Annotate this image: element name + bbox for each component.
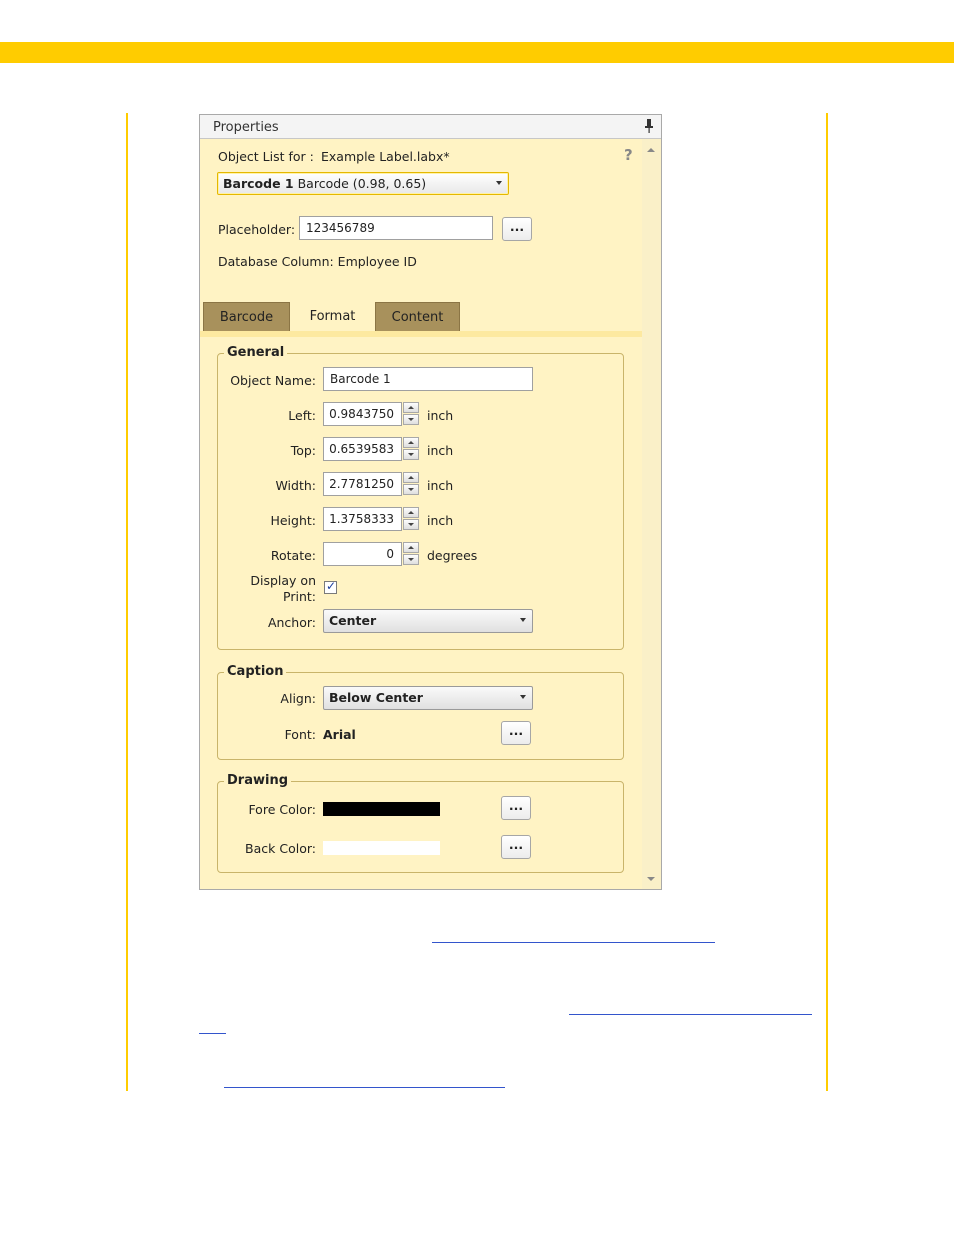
help-icon[interactable]: ? bbox=[624, 146, 633, 164]
placeholder-value: 123456789 bbox=[306, 221, 375, 235]
general-legend: General bbox=[224, 345, 288, 360]
fore-color-label: Fore Color: bbox=[248, 802, 316, 817]
rotate-unit: degrees bbox=[427, 548, 478, 563]
object-select-detail: Barcode (0.98, 0.65) bbox=[297, 176, 427, 191]
left-stepper[interactable] bbox=[403, 402, 419, 426]
rotate-input[interactable]: 0 bbox=[323, 542, 402, 566]
scroll-down-arrow-icon[interactable] bbox=[647, 877, 655, 881]
left-margin-rule bbox=[126, 113, 128, 1091]
font-browse-button[interactable]: ... bbox=[501, 721, 531, 745]
rotate-stepper[interactable] bbox=[403, 542, 419, 566]
link-underline-2[interactable] bbox=[569, 1014, 812, 1015]
font-value: Arial bbox=[323, 727, 356, 742]
placeholder-browse-button[interactable]: ... bbox=[502, 217, 532, 241]
display-on-print-label-1: Display on bbox=[250, 573, 316, 588]
top-unit: inch bbox=[427, 443, 454, 458]
caption-group: Caption Align: Below Center Font: Arial … bbox=[217, 664, 624, 760]
right-margin-rule bbox=[826, 113, 828, 1091]
fore-color-button[interactable]: ... bbox=[501, 796, 531, 820]
tab-barcode[interactable]: Barcode bbox=[203, 302, 290, 332]
width-value: 2.7781250 bbox=[329, 477, 394, 491]
link-underline-1[interactable] bbox=[432, 942, 715, 943]
drawing-legend: Drawing bbox=[224, 773, 292, 788]
height-value: 1.3758333 bbox=[329, 512, 394, 526]
back-color-button[interactable]: ... bbox=[501, 835, 531, 859]
caption-legend: Caption bbox=[224, 664, 287, 679]
drawing-group: Drawing Fore Color: ... Back Color: ... bbox=[217, 773, 624, 873]
object-list-label: Object List for : bbox=[218, 149, 314, 164]
left-input[interactable]: 0.9843750 bbox=[323, 402, 402, 426]
panel-title: Properties bbox=[213, 120, 279, 135]
object-select-name: Barcode 1 bbox=[223, 176, 294, 191]
left-value: 0.9843750 bbox=[329, 407, 394, 421]
placeholder-label: Placeholder: bbox=[218, 222, 296, 237]
properties-panel: Properties Object List for : Example Lab… bbox=[199, 114, 662, 890]
width-input[interactable]: 2.7781250 bbox=[323, 472, 402, 496]
rotate-label: Rotate: bbox=[270, 548, 316, 563]
panel-scrollbar[interactable] bbox=[642, 139, 661, 889]
top-input[interactable]: 0.6539583 bbox=[323, 437, 402, 461]
display-on-print-checkbox[interactable]: ✓ bbox=[324, 579, 337, 594]
general-group: General Object Name: Barcode 1 Left: 0.9… bbox=[217, 345, 624, 650]
brand-top-bar bbox=[0, 42, 954, 63]
rotate-value: 0 bbox=[386, 547, 394, 561]
align-select[interactable]: Below Center bbox=[323, 686, 533, 710]
scroll-up-arrow-icon[interactable] bbox=[647, 148, 655, 152]
height-stepper[interactable] bbox=[403, 507, 419, 531]
chevron-down-icon bbox=[496, 181, 502, 185]
back-color-label: Back Color: bbox=[245, 841, 316, 856]
anchor-value: Center bbox=[329, 613, 377, 628]
width-stepper[interactable] bbox=[403, 472, 419, 496]
display-on-print-label-2: Print: bbox=[283, 589, 316, 604]
object-name-input[interactable]: Barcode 1 bbox=[323, 367, 533, 391]
width-unit: inch bbox=[427, 478, 454, 493]
top-value: 0.6539583 bbox=[329, 442, 394, 456]
fore-color-swatch bbox=[323, 802, 440, 816]
height-unit: inch bbox=[427, 513, 454, 528]
chevron-down-icon bbox=[520, 618, 526, 622]
left-label: Left: bbox=[288, 408, 316, 423]
left-unit: inch bbox=[427, 408, 454, 423]
panel-titlebar: Properties bbox=[200, 115, 661, 139]
font-label: Font: bbox=[284, 727, 316, 742]
top-stepper[interactable] bbox=[403, 437, 419, 461]
checkmark-icon: ✓ bbox=[326, 579, 337, 593]
align-value: Below Center bbox=[329, 690, 423, 705]
top-label: Top: bbox=[290, 443, 316, 458]
tab-format[interactable]: Format bbox=[291, 302, 374, 332]
object-select[interactable]: Barcode 1 Barcode (0.98, 0.65) bbox=[217, 172, 509, 195]
placeholder-input[interactable]: 123456789 bbox=[299, 216, 493, 240]
anchor-label: Anchor: bbox=[267, 615, 316, 630]
tab-content[interactable]: Content bbox=[375, 302, 460, 332]
chevron-down-icon bbox=[520, 695, 526, 699]
width-label: Width: bbox=[275, 478, 316, 493]
pin-icon[interactable] bbox=[644, 118, 654, 134]
height-input[interactable]: 1.3758333 bbox=[323, 507, 402, 531]
object-name-label: Object Name: bbox=[230, 373, 316, 388]
anchor-select[interactable]: Center bbox=[323, 609, 533, 633]
link-underline-2-continued[interactable] bbox=[199, 1033, 226, 1034]
back-color-swatch bbox=[323, 841, 440, 855]
align-label: Align: bbox=[280, 691, 316, 706]
tab-strip-divider bbox=[200, 331, 642, 337]
link-underline-3[interactable] bbox=[224, 1087, 505, 1088]
height-label: Height: bbox=[270, 513, 316, 528]
object-list-file: Example Label.labx* bbox=[321, 149, 450, 164]
database-column-text: Database Column: Employee ID bbox=[218, 254, 417, 269]
object-name-value: Barcode 1 bbox=[330, 372, 391, 386]
